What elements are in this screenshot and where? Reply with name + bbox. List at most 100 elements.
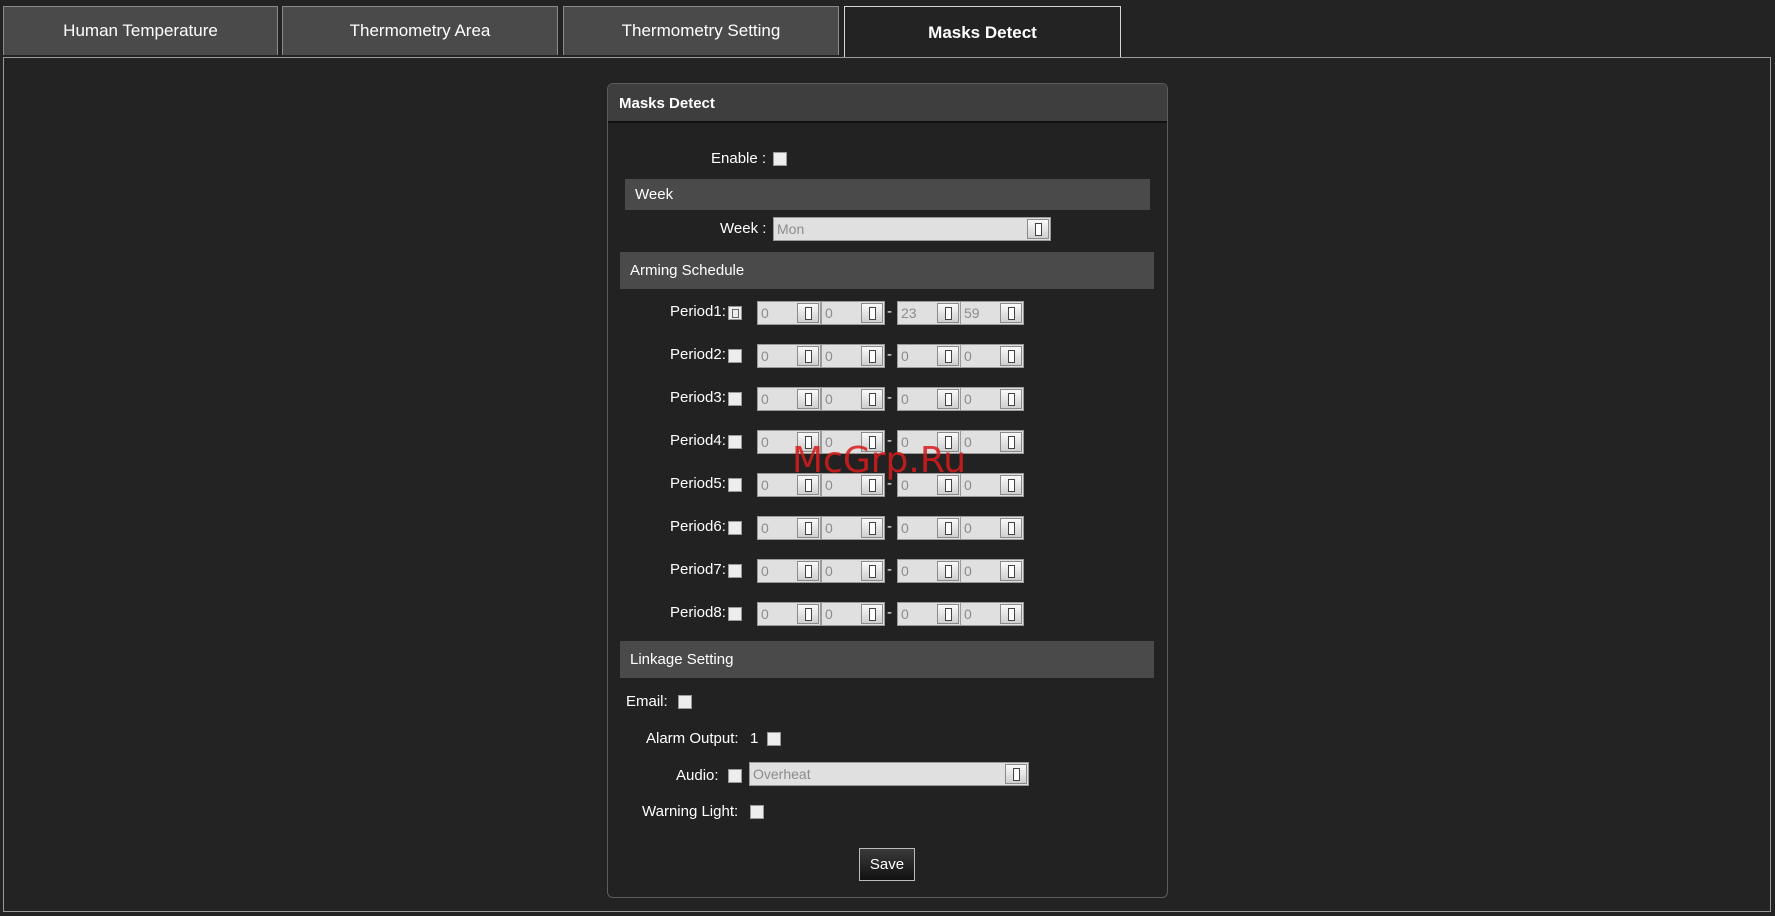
warning-light-checkbox[interactable] [750, 805, 764, 819]
audio-select[interactable]: Overheat [749, 762, 1029, 786]
period-start-minute-select[interactable]: 0 [821, 516, 885, 540]
dropdown-arrow-icon [937, 518, 959, 538]
period-enable-checkbox[interactable] [728, 478, 742, 492]
period-end-hour-select[interactable]: 0 [897, 387, 961, 411]
period-start-hour-select[interactable]: 0 [757, 301, 821, 325]
tab-masks-detect[interactable]: Masks Detect [844, 6, 1121, 58]
dropdown-arrow-icon [861, 346, 883, 366]
period-enable-checkbox[interactable] [728, 564, 742, 578]
select-value: 0 [964, 477, 972, 493]
week-select[interactable]: Mon [773, 217, 1051, 241]
period-end-hour-select[interactable]: 0 [897, 516, 961, 540]
dropdown-arrow-icon [1000, 432, 1022, 452]
select-value: 0 [964, 348, 972, 364]
period-start-minute-select[interactable]: 0 [821, 559, 885, 583]
select-value: 0 [825, 305, 833, 321]
period-label: Period6: [670, 518, 726, 535]
period-start-minute-select[interactable]: 0 [821, 301, 885, 325]
select-value: 0 [825, 520, 833, 536]
linkage-setting-section-header: Linkage Setting [620, 641, 1154, 678]
period-start-minute-select[interactable]: 0 [821, 387, 885, 411]
period-start-minute-select[interactable]: 0 [821, 344, 885, 368]
dropdown-arrow-icon [1005, 764, 1027, 784]
select-value: 0 [964, 563, 972, 579]
period-enable-checkbox[interactable] [728, 435, 742, 449]
period-start-hour-select[interactable]: 0 [757, 516, 821, 540]
select-value: 0 [901, 434, 909, 450]
period-end-minute-select[interactable]: 59 [960, 301, 1024, 325]
select-value: 0 [761, 348, 769, 364]
select-value: 0 [964, 520, 972, 536]
dropdown-arrow-icon [797, 303, 819, 323]
select-value: 0 [825, 348, 833, 364]
period-end-hour-select[interactable]: 23 [897, 301, 961, 325]
period-end-hour-select[interactable]: 0 [897, 430, 961, 454]
select-value: 0 [825, 391, 833, 407]
dropdown-arrow-icon [861, 604, 883, 624]
week-section-header: Week [625, 179, 1150, 210]
time-range-separator: - [887, 346, 892, 363]
period-start-hour-select[interactable]: 0 [757, 602, 821, 626]
period-start-hour-select[interactable]: 0 [757, 387, 821, 411]
tab-label: Human Temperature [63, 21, 218, 40]
period-enable-checkbox[interactable] [728, 607, 742, 621]
enable-checkbox[interactable] [773, 152, 787, 166]
period-end-minute-select[interactable]: 0 [960, 344, 1024, 368]
dropdown-arrow-icon [797, 475, 819, 495]
period-end-minute-select[interactable]: 0 [960, 387, 1024, 411]
select-value: 0 [761, 305, 769, 321]
select-value: 0 [901, 348, 909, 364]
period-start-minute-select[interactable]: 0 [821, 473, 885, 497]
tab-thermometry-area[interactable]: Thermometry Area [282, 6, 558, 55]
arming-schedule-section-header: Arming Schedule [620, 252, 1154, 289]
period-enable-checkbox[interactable] [728, 521, 742, 535]
time-range-separator: - [887, 432, 892, 449]
tab-human-temperature[interactable]: Human Temperature [3, 6, 278, 55]
select-value: 59 [964, 305, 980, 321]
dropdown-arrow-icon [937, 604, 959, 624]
period-end-hour-select[interactable]: 0 [897, 344, 961, 368]
tab-thermometry-setting[interactable]: Thermometry Setting [563, 6, 839, 55]
email-checkbox[interactable] [678, 695, 692, 709]
dropdown-arrow-icon [1027, 219, 1049, 239]
dropdown-arrow-icon [937, 346, 959, 366]
select-value: 0 [761, 563, 769, 579]
tab-label: Thermometry Area [349, 21, 491, 40]
period-start-hour-select[interactable]: 0 [757, 559, 821, 583]
period-end-hour-select[interactable]: 0 [897, 602, 961, 626]
dropdown-arrow-icon [1000, 346, 1022, 366]
dropdown-arrow-icon [937, 303, 959, 323]
period-start-minute-select[interactable]: 0 [821, 430, 885, 454]
period-start-hour-select[interactable]: 0 [757, 430, 821, 454]
period-enable-checkbox[interactable] [728, 392, 742, 406]
period-end-hour-select[interactable]: 0 [897, 559, 961, 583]
dropdown-arrow-icon [797, 518, 819, 538]
audio-checkbox[interactable] [728, 769, 742, 783]
period-end-minute-select[interactable]: 0 [960, 430, 1024, 454]
period-enable-checkbox[interactable] [728, 349, 742, 363]
period-start-minute-select[interactable]: 0 [821, 602, 885, 626]
period-enable-checkbox[interactable] [728, 306, 742, 320]
alarm-output-checkbox[interactable] [767, 732, 781, 746]
period-end-minute-select[interactable]: 0 [960, 473, 1024, 497]
period-start-hour-select[interactable]: 0 [757, 344, 821, 368]
dropdown-arrow-icon [937, 475, 959, 495]
dropdown-arrow-icon [797, 604, 819, 624]
select-value: 0 [761, 606, 769, 622]
period-label: Period4: [670, 432, 726, 449]
save-button[interactable]: Save [859, 848, 915, 881]
select-value: 0 [964, 391, 972, 407]
dropdown-arrow-icon [861, 389, 883, 409]
period-end-minute-select[interactable]: 0 [960, 516, 1024, 540]
period-start-hour-select[interactable]: 0 [757, 473, 821, 497]
period-end-hour-select[interactable]: 0 [897, 473, 961, 497]
dropdown-arrow-icon [937, 561, 959, 581]
time-range-separator: - [887, 518, 892, 535]
dropdown-arrow-icon [797, 389, 819, 409]
period-end-minute-select[interactable]: 0 [960, 559, 1024, 583]
select-value: 0 [825, 563, 833, 579]
select-value: 0 [901, 606, 909, 622]
period-end-minute-select[interactable]: 0 [960, 602, 1024, 626]
dropdown-arrow-icon [861, 561, 883, 581]
select-value: 0 [825, 434, 833, 450]
